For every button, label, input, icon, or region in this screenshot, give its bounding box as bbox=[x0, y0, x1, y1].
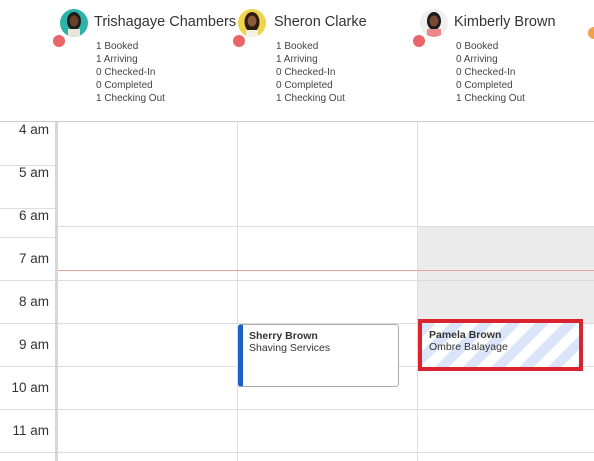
status-dot bbox=[588, 27, 594, 39]
stat-arriving: 0 Arriving bbox=[456, 54, 498, 65]
time-label: 8 am bbox=[18, 294, 49, 309]
time-label: 4 am bbox=[18, 122, 49, 137]
appointment-card[interactable]: Sherry Brown Shaving Services bbox=[238, 324, 399, 387]
avatar bbox=[420, 9, 448, 37]
staff-name[interactable]: Kimberly Brown bbox=[454, 14, 556, 30]
appointment-card-highlighted[interactable]: Pamela Brown Ombre Balayage bbox=[418, 319, 583, 371]
hour-divider bbox=[58, 452, 594, 453]
hour-divider bbox=[0, 366, 55, 367]
staff-name[interactable]: Sheron Clarke bbox=[274, 14, 367, 30]
status-dot bbox=[53, 35, 65, 47]
avatar bbox=[238, 9, 266, 37]
current-time-line bbox=[58, 270, 594, 271]
hour-divider bbox=[0, 323, 55, 324]
stat-arriving: 1 Arriving bbox=[276, 54, 318, 65]
status-dot bbox=[413, 35, 425, 47]
avatar bbox=[60, 9, 88, 37]
staff-column-sheron[interactable]: Sheron Clarke 1 Booked 1 Arriving 0 Chec… bbox=[232, 6, 418, 122]
hour-divider bbox=[0, 237, 55, 238]
time-label: 7 am bbox=[18, 251, 49, 266]
appointment-client: Pamela Brown bbox=[429, 329, 502, 341]
staff-stats: 0 Booked 0 Arriving 0 Checked-In 0 Compl… bbox=[456, 40, 525, 105]
staff-header: Trishagaye Chambers 1 Booked 1 Arriving … bbox=[0, 0, 594, 122]
staff-stats: 1 Booked 1 Arriving 0 Checked-In 0 Compl… bbox=[96, 40, 165, 105]
stat-checking-out: 1 Checking Out bbox=[96, 93, 165, 104]
column-divider bbox=[237, 122, 238, 461]
hour-divider bbox=[0, 409, 55, 410]
staff-column-trishagaye[interactable]: Trishagaye Chambers 1 Booked 1 Arriving … bbox=[52, 6, 238, 122]
staff-stats: 1 Booked 1 Arriving 0 Checked-In 0 Compl… bbox=[276, 40, 345, 105]
stat-checked-in: 0 Checked-In bbox=[96, 67, 156, 78]
stat-booked: 1 Booked bbox=[96, 41, 139, 52]
column-divider bbox=[417, 122, 418, 461]
time-label: 6 am bbox=[18, 208, 49, 223]
hour-divider bbox=[0, 452, 55, 453]
stat-checked-in: 0 Checked-In bbox=[456, 67, 516, 78]
hour-divider bbox=[0, 280, 55, 281]
staff-column-kimberly[interactable]: Kimberly Brown 0 Booked 0 Arriving 0 Che… bbox=[412, 6, 594, 122]
status-dot bbox=[233, 35, 245, 47]
staff-name[interactable]: Trishagaye Chambers bbox=[94, 14, 236, 30]
time-label: 5 am bbox=[18, 165, 49, 180]
stat-completed: 0 Completed bbox=[96, 80, 153, 91]
stat-completed: 0 Completed bbox=[276, 80, 333, 91]
hour-divider bbox=[58, 280, 594, 281]
appointment-service: Ombre Balayage bbox=[429, 341, 508, 353]
stat-checking-out: 1 Checking Out bbox=[456, 93, 525, 104]
stat-checking-out: 1 Checking Out bbox=[276, 93, 345, 104]
time-label: 11 am bbox=[12, 423, 49, 438]
hour-divider bbox=[58, 409, 594, 410]
stat-booked: 0 Booked bbox=[456, 41, 499, 52]
appointment-service: Shaving Services bbox=[249, 342, 331, 354]
stat-completed: 0 Completed bbox=[456, 80, 513, 91]
stat-arriving: 1 Arriving bbox=[96, 54, 138, 65]
appointment-client: Sherry Brown bbox=[249, 330, 318, 342]
time-column: 4 am 5 am 6 am 7 am 8 am 9 am 10 am 11 a… bbox=[0, 122, 56, 461]
unavailable-block bbox=[418, 226, 594, 323]
time-label: 10 am bbox=[11, 380, 49, 395]
time-label: 9 am bbox=[18, 337, 49, 352]
calendar-grid[interactable]: 4 am 5 am 6 am 7 am 8 am 9 am 10 am 11 a… bbox=[0, 122, 594, 461]
stat-booked: 1 Booked bbox=[276, 41, 319, 52]
stat-checked-in: 0 Checked-In bbox=[276, 67, 336, 78]
hour-divider bbox=[58, 226, 594, 227]
scrollbar[interactable] bbox=[55, 122, 58, 461]
